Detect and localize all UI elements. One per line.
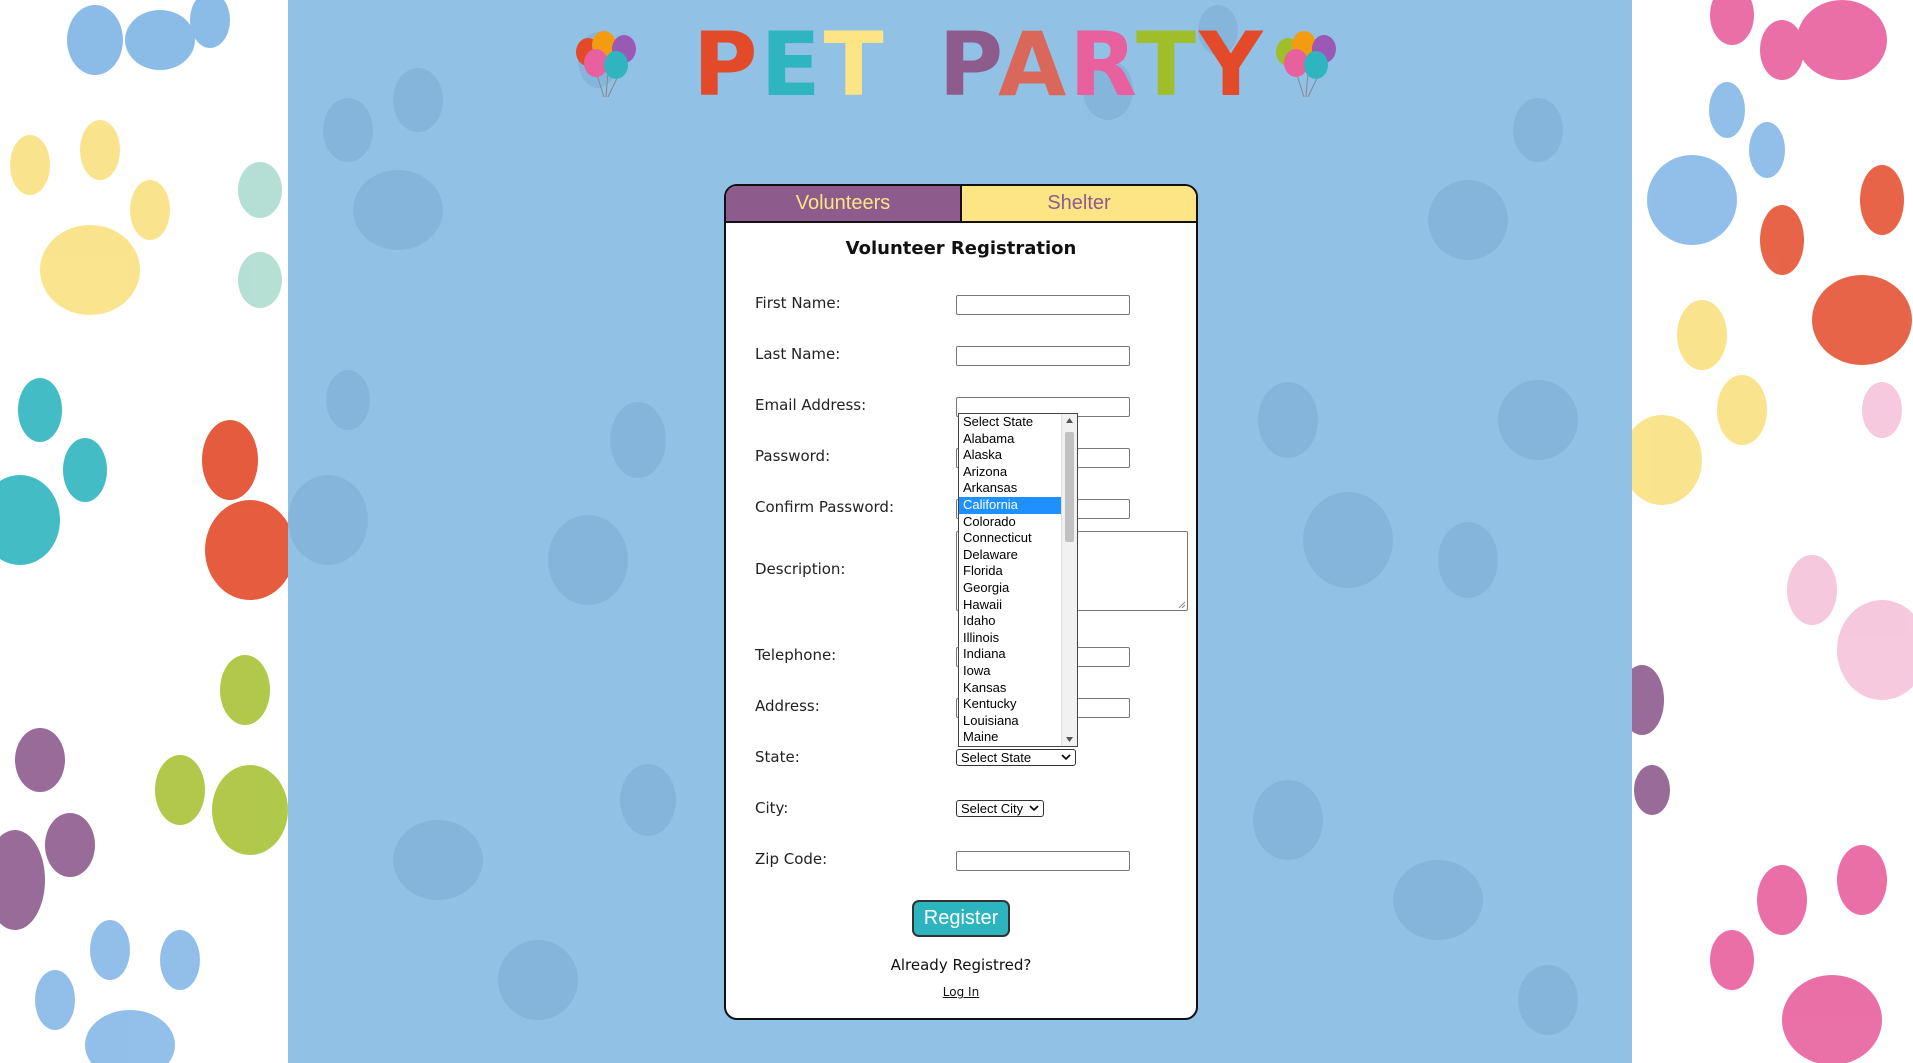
- chevron-down-icon: [1029, 805, 1039, 812]
- state-option[interactable]: Maine: [959, 729, 1062, 746]
- last-name-label: Last Name:: [755, 345, 841, 363]
- paw-print-icon: [1710, 0, 1887, 80]
- title-letter: Y: [1199, 13, 1266, 116]
- state-label: State:: [755, 748, 800, 766]
- state-select[interactable]: Select State: [956, 749, 1076, 766]
- login-link[interactable]: Log In: [726, 985, 1196, 999]
- paw-pattern-left: [0, 0, 288, 1063]
- city-label: City:: [755, 799, 789, 817]
- right-paw-decoration: [1632, 0, 1913, 1063]
- left-paw-decoration: [0, 0, 288, 1063]
- balloons-icon: [1276, 31, 1336, 98]
- already-registered-text: Already Registred?: [890, 956, 1032, 974]
- state-option[interactable]: Indiana: [959, 646, 1062, 663]
- state-option[interactable]: Arkansas: [959, 480, 1062, 497]
- title-letter: T: [1136, 13, 1200, 116]
- state-option[interactable]: Florida: [959, 563, 1062, 580]
- chevron-down-icon: [1061, 754, 1071, 761]
- state-option-highlighted[interactable]: California: [959, 496, 1062, 514]
- dropdown-scrollbar[interactable]: [1061, 414, 1077, 746]
- title-letter: T: [823, 13, 887, 116]
- email-label: Email Address:: [755, 396, 867, 414]
- zip-label: Zip Code:: [755, 850, 828, 868]
- state-option[interactable]: Delaware: [959, 547, 1062, 564]
- address-label: Address:: [755, 697, 820, 715]
- state-option[interactable]: Louisiana: [959, 713, 1062, 730]
- state-option[interactable]: Idaho: [959, 613, 1062, 630]
- title-letter: A: [998, 13, 1070, 116]
- state-option[interactable]: Kansas: [959, 680, 1062, 697]
- paw-print-icon: [67, 0, 230, 75]
- state-option[interactable]: Colorado: [959, 514, 1062, 531]
- state-option[interactable]: Kentucky: [959, 696, 1062, 713]
- tab-bar: Volunteers Shelter: [726, 186, 1196, 223]
- tab-volunteers[interactable]: Volunteers: [726, 186, 962, 221]
- description-label: Description:: [755, 560, 846, 578]
- state-option[interactable]: Arizona: [959, 464, 1062, 481]
- telephone-label: Telephone:: [755, 646, 837, 664]
- city-select-value: Select City: [961, 801, 1024, 816]
- password-label: Password:: [755, 447, 831, 465]
- state-select-value: Select State: [961, 750, 1032, 765]
- title-letter: R: [1069, 13, 1136, 116]
- state-option[interactable]: Alabama: [959, 431, 1062, 448]
- state-dropdown-list[interactable]: Select State Alabama Alaska Arizona Arka…: [958, 413, 1078, 747]
- title-letter: E: [760, 13, 824, 116]
- state-option[interactable]: Georgia: [959, 580, 1062, 597]
- resize-grip-icon[interactable]: [1178, 601, 1186, 609]
- title-letter: P: [693, 13, 761, 116]
- zip-input[interactable]: [956, 851, 1130, 871]
- tab-shelter[interactable]: Shelter: [962, 186, 1196, 221]
- register-button[interactable]: Register: [912, 900, 1010, 937]
- scroll-up-arrow-icon[interactable]: [1066, 418, 1073, 423]
- scrollbar-thumb[interactable]: [1065, 432, 1074, 542]
- state-option[interactable]: Illinois: [959, 630, 1062, 647]
- paw-print-icon: [10, 120, 282, 315]
- last-name-input[interactable]: [956, 346, 1130, 366]
- first-name-label: First Name:: [755, 294, 841, 312]
- paw-pattern-right: [1632, 0, 1913, 1063]
- scroll-down-arrow-icon[interactable]: [1066, 737, 1073, 742]
- state-option[interactable]: Iowa: [959, 663, 1062, 680]
- state-options: Select State Alabama Alaska Arizona Arka…: [959, 414, 1062, 746]
- state-option[interactable]: Hawaii: [959, 597, 1062, 614]
- paw-print-icon: [35, 920, 200, 1063]
- paw-print-icon: [1632, 665, 1887, 1063]
- paw-print-icon: [0, 655, 288, 930]
- form-title: Volunteer Registration: [845, 238, 1077, 259]
- city-select[interactable]: Select City: [956, 800, 1044, 817]
- title-letter: P: [938, 13, 999, 116]
- state-option[interactable]: Connecticut: [959, 530, 1062, 547]
- first-name-input[interactable]: [956, 295, 1130, 315]
- paw-print-icon: [0, 378, 288, 600]
- state-option[interactable]: Select State: [959, 414, 1062, 431]
- balloons-icon: [576, 31, 636, 98]
- page-title: PET PARTY: [693, 15, 1266, 115]
- confirm-password-label: Confirm Password:: [755, 498, 895, 516]
- header: PET PARTY: [288, 15, 1632, 115]
- state-option[interactable]: Alaska: [959, 447, 1062, 464]
